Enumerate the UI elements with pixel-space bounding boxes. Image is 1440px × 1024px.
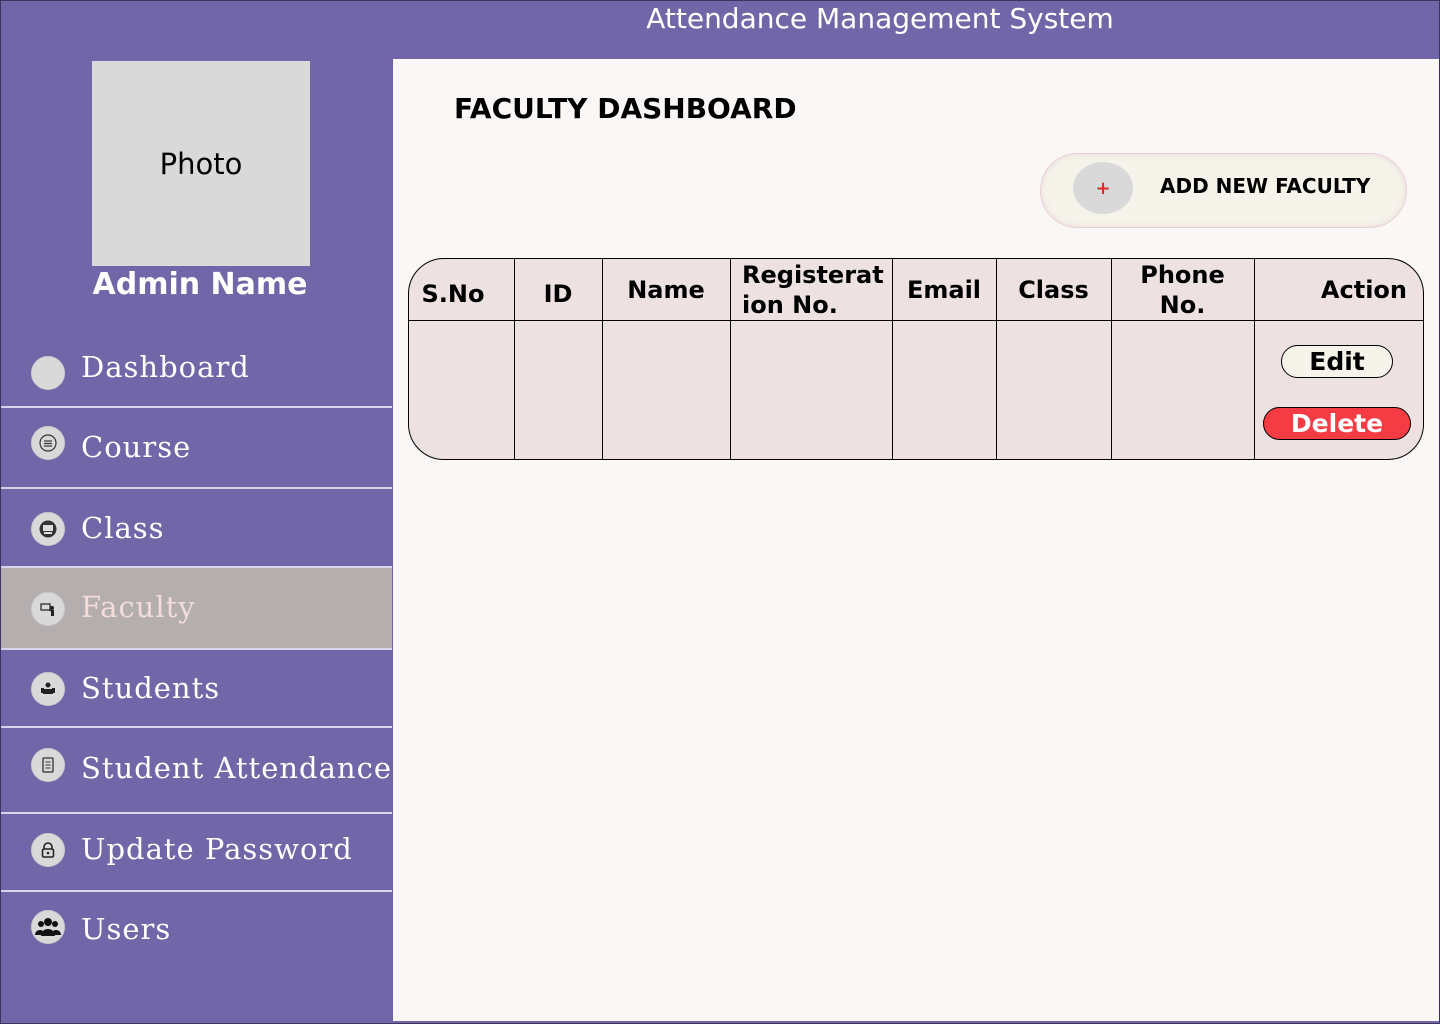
photo-label: Photo: [159, 146, 243, 181]
column-header-class: Class: [1018, 275, 1089, 304]
sidebar-item-label: Course: [81, 430, 192, 464]
list-icon: [31, 426, 65, 460]
sidebar-item-students[interactable]: Students: [0, 650, 392, 728]
lock-icon: [31, 833, 65, 867]
edit-button[interactable]: Edit: [1281, 345, 1393, 378]
column-header-registration-no: Registerat ion No.: [742, 260, 884, 319]
student-icon: [31, 672, 65, 706]
column-header-phone-no: Phone No.: [1140, 260, 1225, 319]
sidebar-item-faculty[interactable]: Faculty: [0, 568, 392, 650]
sidebar-item-label: Faculty: [81, 590, 196, 624]
document-icon: [31, 748, 65, 782]
sidebar-item-label: Class: [81, 511, 165, 545]
sidebar-item-users[interactable]: Users: [0, 892, 392, 980]
add-new-faculty-label: ADD NEW FACULTY: [1160, 174, 1371, 198]
sidebar-item-label: Dashboard: [81, 350, 250, 384]
column-header-id: ID: [543, 279, 573, 308]
column-header-name: Name: [627, 275, 705, 304]
column-header-action: Action: [1320, 275, 1407, 304]
faculty-table: S.No ID Name Registerat ion No. Email Cl…: [408, 258, 1424, 460]
column-header-sno: S.No: [421, 279, 485, 308]
sidebar-item-dashboard[interactable]: Dashboard: [0, 334, 392, 408]
sidebar-item-student-attendance[interactable]: Student Attendance: [0, 728, 392, 814]
sidebar-item-label: Student Attendance: [81, 751, 392, 785]
admin-name: Admin Name: [92, 267, 308, 302]
sidebar-item-update-password[interactable]: Update Password: [0, 814, 392, 892]
sidebar-item-label: Update Password: [81, 832, 353, 866]
users-icon: [31, 910, 65, 944]
admin-photo: Photo: [92, 61, 310, 266]
add-new-faculty-button[interactable]: + ADD NEW FACULTY: [1040, 153, 1407, 228]
delete-button[interactable]: Delete: [1263, 407, 1411, 440]
sidebar-item-label: Students: [81, 671, 221, 705]
column-header-email: Email: [906, 275, 982, 304]
sidebar-item-course[interactable]: Course: [0, 408, 392, 489]
sidebar: Photo Admin Name Dashboard Course Class …: [0, 59, 392, 1024]
sidebar-item-label: Users: [81, 912, 172, 946]
page-title: FACULTY DASHBOARD: [454, 92, 797, 125]
plus-icon: +: [1073, 162, 1133, 214]
teacher-icon: [31, 592, 65, 626]
classroom-icon: [31, 512, 65, 546]
app-title: Attendance Management System: [646, 2, 1114, 35]
sidebar-item-class[interactable]: Class: [0, 489, 392, 568]
circle-icon: [31, 356, 65, 390]
